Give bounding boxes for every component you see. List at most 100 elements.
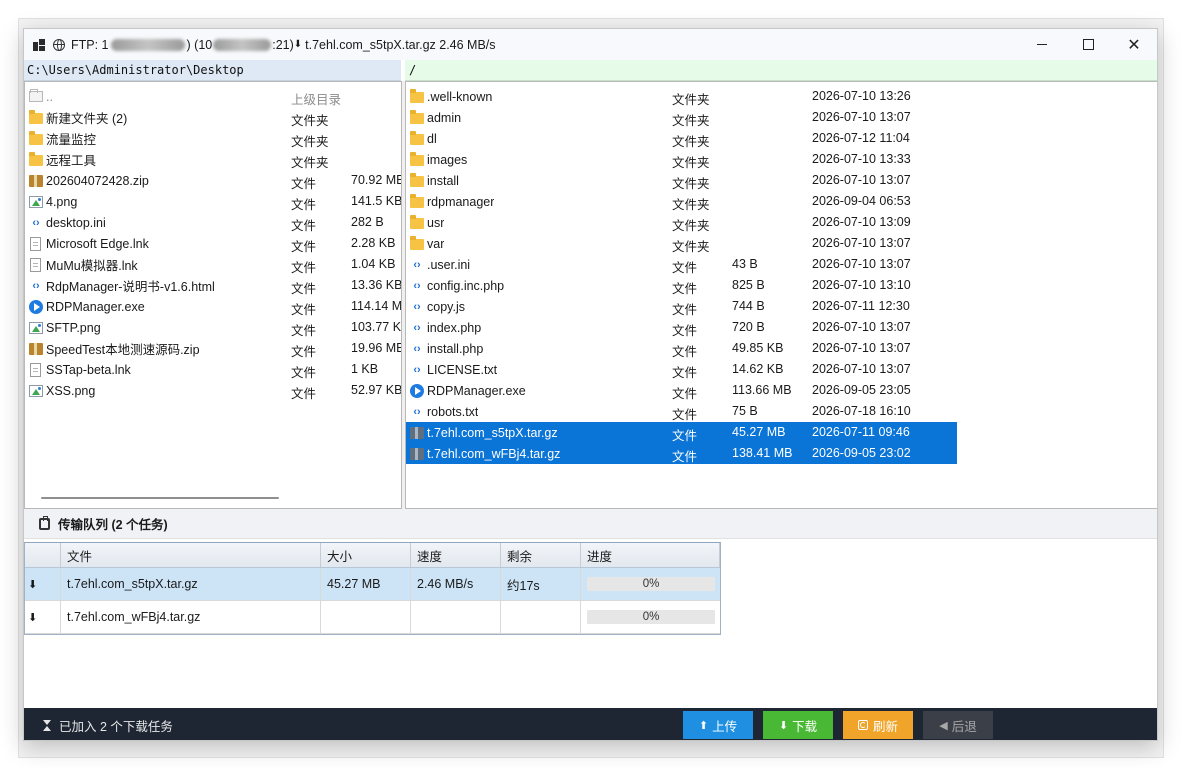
archive-icon [410, 447, 424, 460]
maximize-button[interactable] [1065, 29, 1111, 60]
close-button[interactable]: ✕ [1111, 29, 1157, 60]
transfer-queue-table: 文件 大小 速度 剩余 进度 ⬇ t.7ehl.com_s5tpX.tar.gz… [24, 542, 721, 635]
file-row[interactable]: rdpmanager 文件夹 2026-09-04 06:53 [406, 191, 957, 212]
file-type: 文件夹 [672, 93, 710, 107]
file-size: 49.85 KB [732, 341, 784, 355]
col-header-remaining[interactable]: 剩余 [501, 543, 581, 567]
file-row[interactable]: index.php 文件 720 B 2026-07-10 13:07 [406, 317, 957, 338]
file-row[interactable]: RdpManager-说明书-v1.6.html 文件 13.36 KB [25, 275, 401, 296]
queue-row[interactable]: ⬇ t.7ehl.com_wFBj4.tar.gz 0% [25, 601, 720, 634]
col-header-direction[interactable] [25, 543, 61, 567]
file-row[interactable]: .well-known 文件夹 2026-07-10 13:26 [406, 86, 957, 107]
file-size: 141.5 KB [351, 194, 402, 208]
file-row[interactable]: LICENSE.txt 文件 14.62 KB 2026-07-10 13:07 [406, 359, 957, 380]
zip-icon [29, 342, 43, 355]
file-row[interactable]: t.7ehl.com_s5tpX.tar.gz 文件 45.27 MB 2026-07… [406, 422, 957, 443]
queue-size [321, 601, 411, 633]
title-bar[interactable]: FTP: 1 ) (10 :21) ⬇ t.7ehl.com_s5tpX.tar… [24, 29, 1157, 60]
globe-icon [53, 38, 65, 51]
file-date: 2026-07-10 13:07 [812, 362, 911, 376]
file-size: 43 B [732, 257, 758, 271]
file-row[interactable]: RDPManager.exe 文件 114.14 MB [25, 296, 401, 317]
file-date: 2026-07-10 13:26 [812, 89, 911, 103]
file-type: 文件夹 [291, 156, 329, 170]
file-type: 文件 [672, 387, 698, 401]
file-row[interactable]: 远程工具 文件夹 [25, 149, 401, 170]
col-header-size[interactable]: 大小 [321, 543, 411, 567]
local-path-bar[interactable]: C:\Users\Administrator\Desktop [24, 60, 401, 81]
file-name: images [427, 152, 468, 167]
file-row[interactable]: XSS.png 文件 52.97 KB [25, 380, 401, 401]
file-row[interactable]: config.inc.php 文件 825 B 2026-07-10 13:10 [406, 275, 957, 296]
file-row[interactable]: SpeedTest本地测速源码.zip 文件 19.96 MB [25, 338, 401, 359]
file-type: 文件 [672, 450, 698, 464]
file-size: 1 KB [351, 362, 379, 376]
minimize-button[interactable] [1019, 29, 1065, 60]
window-title: FTP: 1 ) (10 :21) ⬇ t.7ehl.com_s5tpX.tar… [71, 38, 496, 52]
file-size: 103.77 KB [351, 320, 402, 334]
local-file-list[interactable]: .. 上级目录 新建文件夹 (2) 文件夹 流量监控 文件夹 远程工具 文件夹 20260407… [24, 81, 402, 509]
col-header-progress[interactable]: 进度 [581, 543, 720, 567]
queue-size: 45.27 MB [321, 568, 411, 600]
file-row[interactable]: images 文件夹 2026-07-10 13:33 [406, 149, 957, 170]
file-type: 文件 [672, 324, 698, 338]
file-row[interactable]: 4.png 文件 141.5 KB [25, 191, 401, 212]
file-row[interactable]: desktop.ini 文件 282 B [25, 212, 401, 233]
file-date: 2026-09-05 23:05 [812, 383, 911, 397]
file-row[interactable]: admin 文件夹 2026-07-10 13:07 [406, 107, 957, 128]
file-row[interactable]: copy.js 文件 744 B 2026-07-11 12:30 [406, 296, 957, 317]
col-header-file[interactable]: 文件 [61, 543, 321, 567]
file-row[interactable]: 202604072428.zip 文件 70.92 MB [25, 170, 401, 191]
file-row[interactable]: usr 文件夹 2026-07-10 13:09 [406, 212, 957, 233]
file-name: t.7ehl.com_wFBj4.tar.gz [427, 446, 561, 461]
file-row[interactable]: dl 文件夹 2026-07-12 11:04 [406, 128, 957, 149]
file-row[interactable]: RDPManager.exe 文件 113.66 MB 2026-09-05 23:0… [406, 380, 957, 401]
file-type: 文件 [291, 177, 317, 191]
file-name: LICENSE.txt [427, 362, 498, 377]
file-date: 2026-07-12 11:04 [812, 131, 910, 145]
file-type: 文件 [291, 387, 317, 401]
file-row[interactable]: SSTap-beta.lnk 文件 1 KB [25, 359, 401, 380]
file-row[interactable]: 流量监控 文件夹 [25, 128, 401, 149]
file-row[interactable]: .user.ini 文件 43 B 2026-07-10 13:07 [406, 254, 957, 275]
window-controls: ✕ [1019, 29, 1157, 60]
remote-file-list[interactable]: .well-known 文件夹 2026-07-10 13:26 admin 文件夹 20… [405, 81, 1157, 509]
file-row[interactable]: MuMu模拟器.lnk 文件 1.04 KB [25, 254, 401, 275]
file-type: 文件 [672, 261, 698, 275]
file-size: 114.14 MB [351, 299, 402, 313]
file-name: robots.txt [427, 404, 479, 419]
image-icon [29, 384, 43, 397]
file-row[interactable]: SFTP.png 文件 103.77 KB [25, 317, 401, 338]
document-icon [30, 362, 41, 377]
folder-icon [29, 152, 43, 166]
code-icon [410, 279, 424, 293]
folder-icon [29, 110, 43, 124]
download-arrow-icon: ⬇ [25, 568, 61, 600]
download-button[interactable]: ⬇ 下载 [763, 711, 833, 739]
file-type: 上级目录 [291, 93, 342, 107]
file-row[interactable]: install 文件夹 2026-07-10 13:07 [406, 170, 957, 191]
col-header-speed[interactable]: 速度 [411, 543, 501, 567]
file-name: MuMu模拟器.lnk [46, 259, 138, 273]
file-row[interactable]: Microsoft Edge.lnk 文件 2.28 KB [25, 233, 401, 254]
file-row[interactable]: robots.txt 文件 75 B 2026-07-18 16:10 [406, 401, 957, 422]
file-size: 282 B [351, 215, 384, 229]
file-row[interactable]: t.7ehl.com_wFBj4.tar.gz 文件 138.41 MB 2026-0… [406, 443, 957, 464]
file-row[interactable]: .. 上级目录 [25, 86, 401, 107]
remote-path-bar[interactable]: / [405, 60, 1157, 81]
horizontal-scrollbar[interactable] [41, 497, 279, 499]
image-icon [29, 321, 43, 334]
file-date: 2026-07-10 13:07 [812, 257, 911, 271]
file-type: 文件夹 [672, 240, 710, 254]
title-transfer: t.7ehl.com_s5tpX.tar.gz 2.46 MB/s [305, 37, 496, 52]
file-row[interactable]: install.php 文件 49.85 KB 2026-07-10 13:07 [406, 338, 957, 359]
file-row[interactable]: var 文件夹 2026-07-10 13:07 [406, 233, 957, 254]
file-name: RdpManager-说明书-v1.6.html [46, 280, 215, 294]
back-button[interactable]: ◀ 后退 [923, 711, 993, 739]
folder-icon [410, 173, 424, 187]
file-row[interactable]: 新建文件夹 (2) 文件夹 [25, 107, 401, 128]
refresh-button[interactable]: 刷新 [843, 711, 913, 739]
upload-button[interactable]: ⬆ 上传 [683, 711, 753, 739]
upload-label: 上传 [712, 719, 738, 734]
queue-row[interactable]: ⬇ t.7ehl.com_s5tpX.tar.gz 45.27 MB 2.46 … [25, 568, 720, 601]
